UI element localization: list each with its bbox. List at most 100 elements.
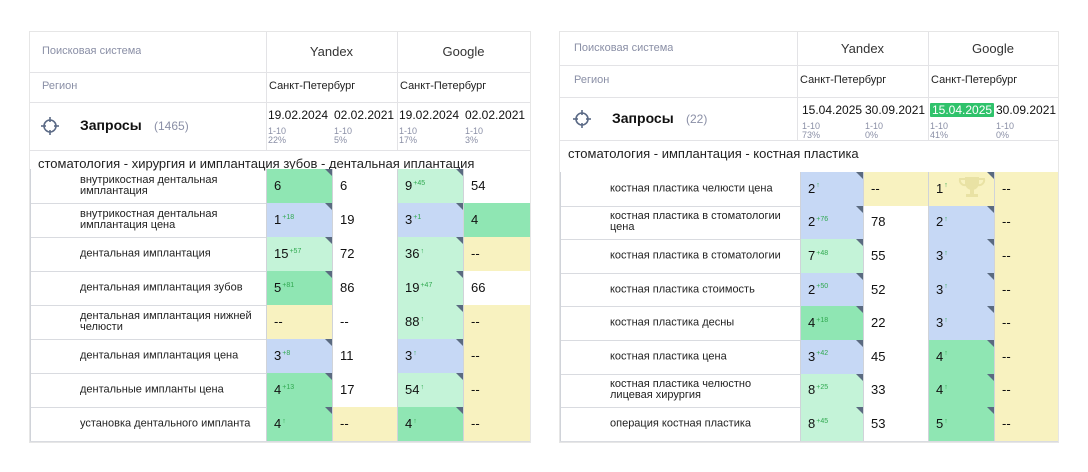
position-cell[interactable]: 1+18 — [266, 203, 332, 237]
position-cell[interactable]: 3↑ — [928, 306, 994, 340]
position-cell[interactable]: -- — [463, 305, 530, 339]
keyword-row[interactable]: дентальная имплантация зубов 5+81 86 19+47 6… — [30, 271, 530, 306]
position-cell[interactable]: 52 — [863, 272, 928, 307]
position-cell[interactable]: 19 — [332, 203, 397, 237]
target-icon[interactable] — [572, 109, 592, 134]
position-value: 3+1 — [405, 212, 421, 227]
keyword-row[interactable]: дентальная имплантация цена 3+8 11 3↑ -- — [30, 339, 530, 374]
position-cell[interactable]: 5+81 — [266, 271, 332, 305]
position-cell[interactable]: 3+8 — [266, 339, 332, 373]
position-cell[interactable]: 2↑ — [928, 205, 994, 240]
position-value: 19 — [340, 212, 354, 227]
position-cell[interactable]: 2+76 — [800, 205, 863, 240]
keyword-row[interactable]: костная пластика цена 3+42 45 4↑ -- — [560, 340, 1058, 375]
keyword-row[interactable]: дентальная имплантация 15+57 72 36↑ -- — [30, 237, 530, 272]
position-cell[interactable]: 11 — [332, 339, 397, 373]
position-change: ↑ — [944, 350, 948, 358]
position-cell[interactable]: 3↑ — [397, 339, 463, 373]
position-value: -- — [1002, 281, 1011, 296]
position-cell[interactable]: -- — [463, 373, 530, 407]
position-cell[interactable]: 4+18 — [800, 306, 863, 340]
position-cell[interactable]: 7+48 — [800, 239, 863, 273]
position-cell[interactable]: 66 — [463, 271, 530, 305]
position-cell[interactable]: 88↑ — [397, 305, 463, 339]
position-cell[interactable]: 4 — [463, 203, 530, 237]
position-number: 72 — [340, 245, 355, 261]
position-cell[interactable]: -- — [863, 172, 928, 206]
position-cell[interactable]: -- — [994, 239, 1058, 273]
date-column-header[interactable]: 15.04.2025 1-10 41% — [930, 101, 994, 140]
position-cell[interactable]: -- — [994, 205, 1058, 240]
keyword-row[interactable]: внутрикостная дентальная имплантация цен… — [30, 203, 530, 238]
position-cell[interactable]: 22 — [863, 306, 928, 340]
position-cell[interactable]: 6 — [266, 169, 332, 203]
keyword-row[interactable]: костная пластика челюсти цена 2↑ -- 1↑ -- — [560, 172, 1058, 207]
position-cell[interactable]: 55 — [863, 239, 928, 273]
corner-marker — [456, 407, 463, 414]
position-cell[interactable]: -- — [994, 306, 1058, 340]
position-cell[interactable]: 19+47 — [397, 271, 463, 305]
position-cell[interactable]: -- — [994, 172, 1058, 206]
target-icon[interactable] — [40, 116, 60, 141]
position-change: ↑ — [420, 247, 424, 255]
position-cell[interactable]: 3↑ — [928, 272, 994, 307]
keyword-row[interactable]: костная пластика стоимость 2+50 52 3↑ -- — [560, 272, 1058, 308]
position-cell[interactable]: 72 — [332, 237, 397, 271]
position-number: 8 — [808, 415, 816, 431]
position-cell[interactable]: -- — [332, 407, 397, 441]
position-cell[interactable]: 9+45 — [397, 169, 463, 203]
date-column-header[interactable]: 19.02.2024 1-10 17% — [399, 106, 463, 145]
position-cell[interactable]: 3+42 — [800, 340, 863, 374]
keyword-row[interactable]: костная пластика в стоматологии цена 2+76… — [560, 205, 1058, 241]
position-cell[interactable]: -- — [994, 272, 1058, 307]
position-cell[interactable]: 4↑ — [928, 340, 994, 374]
keyword-row[interactable]: костная пластика челюстно лицевая хирург… — [560, 373, 1058, 409]
position-cell[interactable]: 4+13 — [266, 373, 332, 407]
keyword-row[interactable]: дентальные импланты цена 4+13 17 54↑ -- — [30, 373, 530, 408]
position-cell[interactable]: -- — [266, 305, 332, 339]
date-column-header[interactable]: 30.09.2021 1-10 0% — [996, 101, 1060, 140]
position-cell[interactable]: 2↑ — [800, 172, 863, 206]
position-cell[interactable]: 4↑ — [928, 373, 994, 408]
date-column-header[interactable]: 30.09.2021 1-10 0% — [865, 101, 929, 140]
position-cell[interactable]: -- — [994, 373, 1058, 408]
position-cell[interactable]: 36↑ — [397, 237, 463, 271]
position-cell[interactable]: 1↑ — [928, 172, 994, 206]
position-value: 88↑ — [405, 314, 424, 329]
position-number: -- — [1002, 382, 1011, 398]
position-cell[interactable]: -- — [463, 407, 530, 441]
keyword-row[interactable]: костная пластика десны 4+18 22 3↑ -- — [560, 306, 1058, 341]
position-cell[interactable]: 86 — [332, 271, 397, 305]
position-cell[interactable]: 8+45 — [800, 407, 863, 441]
position-cell[interactable]: -- — [994, 340, 1058, 374]
position-cell[interactable]: 5↑ — [928, 407, 994, 441]
date-column-header[interactable]: 02.02.2021 1-10 5% — [334, 106, 398, 145]
position-cell[interactable]: 15+57 — [266, 237, 332, 271]
position-cell[interactable]: -- — [994, 407, 1058, 441]
position-cell[interactable]: 3+1 — [397, 203, 463, 237]
position-cell[interactable]: 4↑ — [397, 407, 463, 441]
keyword-row[interactable]: внутрикостная дентальная имплантация 6 6 9+… — [30, 169, 530, 204]
position-cell[interactable]: 53 — [863, 407, 928, 441]
date-column-header[interactable]: 19.02.2024 1-10 22% — [268, 106, 332, 145]
position-cell[interactable]: -- — [463, 237, 530, 271]
position-cell[interactable]: 6 — [332, 169, 397, 203]
date-column-header[interactable]: 02.02.2021 1-10 3% — [465, 106, 529, 145]
position-cell[interactable]: 4↑ — [266, 407, 332, 441]
position-cell[interactable]: 78 — [863, 205, 928, 240]
position-cell[interactable]: 3↑ — [928, 239, 994, 273]
date-column-header[interactable]: 15.04.2025 1-10 73% — [802, 101, 866, 140]
keyword-row[interactable]: дентальная имплантация нижней челюсти -- -… — [30, 305, 530, 340]
position-cell[interactable]: -- — [332, 305, 397, 339]
keyword-row[interactable]: операция костная пластика 8+45 53 5↑ -- — [560, 407, 1058, 442]
position-cell[interactable]: 8+25 — [800, 373, 863, 408]
position-cell[interactable]: 54↑ — [397, 373, 463, 407]
keyword-row[interactable]: установка дентального импланта 4↑ -- 4↑ -- — [30, 407, 530, 442]
position-cell[interactable]: 33 — [863, 373, 928, 408]
position-cell[interactable]: 45 — [863, 340, 928, 374]
position-cell[interactable]: -- — [463, 339, 530, 373]
position-cell[interactable]: 17 — [332, 373, 397, 407]
position-cell[interactable]: 2+50 — [800, 272, 863, 307]
position-cell[interactable]: 54 — [463, 169, 530, 203]
keyword-row[interactable]: костная пластика в стоматологии 7+48 55 3↑ -… — [560, 239, 1058, 274]
